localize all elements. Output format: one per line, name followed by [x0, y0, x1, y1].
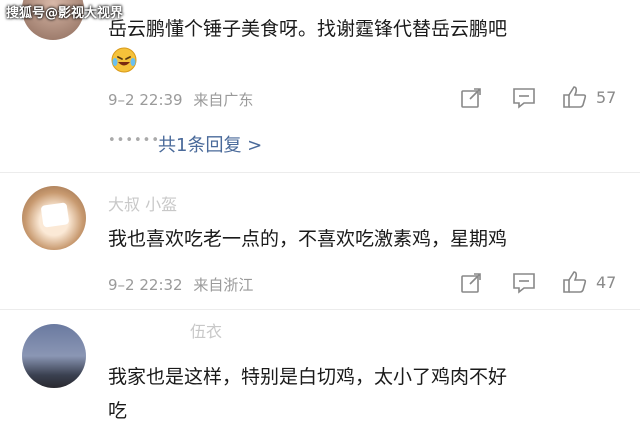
- like-count: 57: [596, 87, 617, 107]
- like-count: 47: [596, 272, 617, 292]
- comment-time: 9–2 22:39: [108, 91, 183, 109]
- view-replies-link[interactable]: 共1条回复 >: [158, 131, 262, 157]
- comment-location: 来自广东: [193, 91, 254, 109]
- comment-text: 岳云鹏懂个锤子美食呀。找谢霆锋代替岳云鹏吧: [108, 18, 508, 40]
- divider: [0, 172, 640, 173]
- comment-meta: 9–2 22:39 来自广东: [108, 89, 253, 110]
- username[interactable]: 大叔 小盔: [108, 191, 177, 215]
- comment-time: 9–2 22:32: [108, 276, 183, 294]
- username[interactable]: 伍衣: [190, 318, 222, 342]
- thumbs-up-icon: [563, 271, 587, 293]
- share-button[interactable]: [460, 87, 482, 109]
- avatar[interactable]: [22, 324, 86, 388]
- comment-text: 我也喜欢吃老一点的，不喜欢吃激素鸡，星期鸡: [108, 228, 508, 250]
- watermark: 搜狐号@影视大视界: [6, 6, 124, 21]
- comment-icon: [513, 273, 535, 294]
- comment-location: 来自浙江: [193, 276, 254, 294]
- share-icon: [461, 273, 481, 293]
- comment-icon: [513, 88, 535, 109]
- avatar[interactable]: [22, 186, 86, 250]
- comment-meta: 9–2 22:32 来自浙江: [108, 274, 253, 295]
- comment-text: 我家也是这样，特别是白切鸡，太小了鸡肉不好: [108, 366, 508, 388]
- comment-button[interactable]: [512, 272, 536, 294]
- like-button[interactable]: 57: [562, 85, 616, 109]
- thumbs-up-icon: [563, 86, 587, 108]
- comment-text-continued: 吃: [108, 400, 128, 422]
- divider: [0, 309, 640, 310]
- share-button[interactable]: [460, 272, 482, 294]
- like-button[interactable]: 47: [562, 270, 616, 294]
- replies-indicator: ••••••: [108, 133, 161, 148]
- share-icon: [461, 88, 481, 108]
- comment-button[interactable]: [512, 87, 536, 109]
- laughing-crying-emoji-icon: [111, 47, 137, 73]
